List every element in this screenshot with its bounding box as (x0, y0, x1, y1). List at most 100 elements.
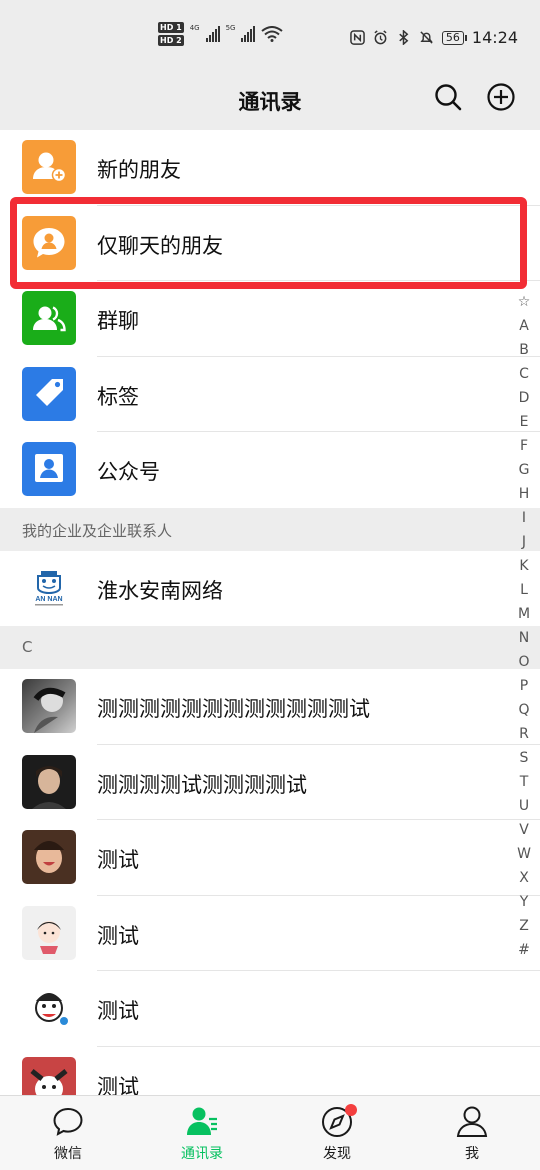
index-letter[interactable]: Q (518, 698, 529, 722)
contact-item[interactable]: 测试 (0, 895, 540, 971)
logo-text: AN NAN (35, 596, 62, 603)
new-friends-avatar (22, 140, 76, 194)
battery-indicator: 56 (441, 30, 467, 45)
index-letter[interactable]: # (518, 938, 530, 962)
tag-icon (36, 378, 63, 406)
official-accounts-avatar (22, 442, 76, 496)
index-letter[interactable]: K (519, 554, 528, 578)
add-circle-icon[interactable] (486, 82, 516, 112)
tab-contacts[interactable]: 通讯录 (162, 1104, 242, 1163)
signal-bars-2-icon (241, 26, 256, 42)
group-icon (33, 306, 66, 332)
index-letter[interactable]: P (520, 674, 528, 698)
network-indicators: HD 1 HD 2 4G 5G (158, 22, 284, 46)
index-letter[interactable]: E (520, 410, 529, 434)
index-letter[interactable]: L (520, 578, 528, 602)
contact-name: 测测测测测测测测测测测测试 (97, 697, 370, 721)
contact-photo-icon (33, 687, 66, 733)
chat-only-friends-avatar (22, 215, 76, 270)
tags-avatar (22, 366, 76, 421)
group-chats-avatar (22, 291, 76, 345)
contact-photo-icon (32, 765, 66, 809)
index-letter[interactable]: F (520, 434, 528, 458)
new-friends-label: 新的朋友 (97, 158, 181, 182)
search-icon[interactable] (433, 82, 463, 112)
contact-item[interactable]: 测测测测试测测测测试 (0, 744, 540, 820)
index-letter[interactable]: A (519, 314, 529, 338)
network-type-2: 5G (225, 24, 236, 32)
contact-list[interactable]: 新的朋友 仅聊天的朋友 群聊 标签 公众号 我的企业及企业联系人 AN NAN … (0, 130, 540, 1122)
mute-bell-icon (420, 31, 433, 44)
network-type-1: 4G (189, 24, 200, 32)
tab-chats-label: 微信 (54, 1146, 82, 1162)
index-letter[interactable]: T (520, 770, 529, 794)
chat-only-friends-label: 仅聊天的朋友 (97, 233, 223, 258)
group-chats-label: 群聊 (97, 309, 139, 333)
nfc-icon (350, 30, 365, 45)
index-letter[interactable]: S (520, 746, 529, 770)
bluetooth-icon (399, 30, 409, 45)
tags-item[interactable]: 标签 (0, 356, 540, 432)
contact-photo-icon (34, 841, 64, 873)
bottom-tab-bar: 微信 通讯录 发现 我 (0, 1095, 540, 1170)
annan-logo-icon: AN NAN (35, 570, 63, 605)
index-letter[interactable]: M (518, 602, 530, 626)
contact-avatar (22, 981, 76, 1035)
clock: 14:24 (471, 28, 518, 47)
chat-bubble-person-icon (33, 227, 65, 257)
new-friends-item[interactable]: 新的朋友 (0, 130, 540, 206)
official-account-icon (35, 454, 63, 482)
index-letter[interactable]: I (522, 506, 526, 530)
tab-contacts-label: 通讯录 (181, 1146, 223, 1162)
index-letter[interactable]: ☆ (518, 290, 531, 314)
index-letter[interactable]: N (519, 626, 529, 650)
official-accounts-label: 公众号 (97, 460, 160, 484)
status-bar: HD 1 HD 2 4G 5G 56 14:24 (0, 0, 540, 78)
index-letter[interactable]: D (519, 386, 530, 410)
alphabet-index[interactable]: ☆ A B C D E F G H I J K L M N O P Q R S T U V W X Y Z # (514, 290, 534, 962)
contact-avatar (22, 905, 76, 960)
index-letter[interactable]: G (519, 458, 530, 482)
person-icon (456, 1106, 488, 1137)
index-letter[interactable]: V (519, 818, 529, 842)
contact-name: 测试 (97, 848, 139, 872)
wifi-icon (261, 26, 284, 42)
contact-avatar (22, 830, 76, 884)
contacts-icon (187, 1107, 217, 1135)
index-letter[interactable]: Y (520, 890, 529, 914)
enterprise-contact-label: 淮水安南网络 (97, 578, 223, 603)
index-letter[interactable]: H (519, 482, 530, 506)
contact-name: 测试 (97, 999, 139, 1023)
index-letter[interactable]: J (522, 530, 526, 554)
app-header: 通讯录 (0, 78, 540, 130)
tab-discover-label: 发现 (323, 1146, 351, 1162)
index-letter[interactable]: Z (519, 914, 529, 938)
index-letter[interactable]: R (519, 722, 529, 746)
index-letter[interactable]: B (519, 338, 529, 362)
index-letter[interactable]: X (519, 866, 529, 890)
contact-item[interactable]: 测试 (0, 971, 540, 1047)
hd2-badge: HD 2 (158, 35, 184, 46)
contact-avatar (22, 754, 76, 809)
alarm-icon (374, 30, 387, 45)
index-letter[interactable]: O (518, 650, 529, 674)
index-letter[interactable]: C (519, 362, 529, 386)
contact-item[interactable]: 测测测测测测测测测测测测试 (0, 669, 540, 745)
tab-chats[interactable]: 微信 (28, 1104, 108, 1163)
hd1-badge: HD 1 (158, 22, 184, 33)
enterprise-section-header: 我的企业及企业联系人 (0, 507, 540, 551)
enterprise-contact-item[interactable]: AN NAN 淮水安南网络 (0, 550, 540, 626)
contact-item[interactable]: 测试 (0, 820, 540, 896)
group-chats-item[interactable]: 群聊 (0, 281, 540, 357)
index-letter[interactable]: W (517, 842, 531, 866)
contact-photo-icon (37, 920, 61, 954)
chat-only-friends-item[interactable]: 仅聊天的朋友 (0, 205, 540, 281)
signal-bars-1-icon (205, 26, 220, 42)
official-accounts-item[interactable]: 公众号 (0, 432, 540, 508)
tab-discover[interactable]: 发现 (297, 1104, 377, 1163)
tags-label: 标签 (97, 384, 139, 409)
tab-me[interactable]: 我 (432, 1104, 512, 1163)
contact-avatar (22, 679, 76, 733)
system-indicators: 56 14:24 (350, 28, 518, 47)
index-letter[interactable]: U (519, 794, 529, 818)
